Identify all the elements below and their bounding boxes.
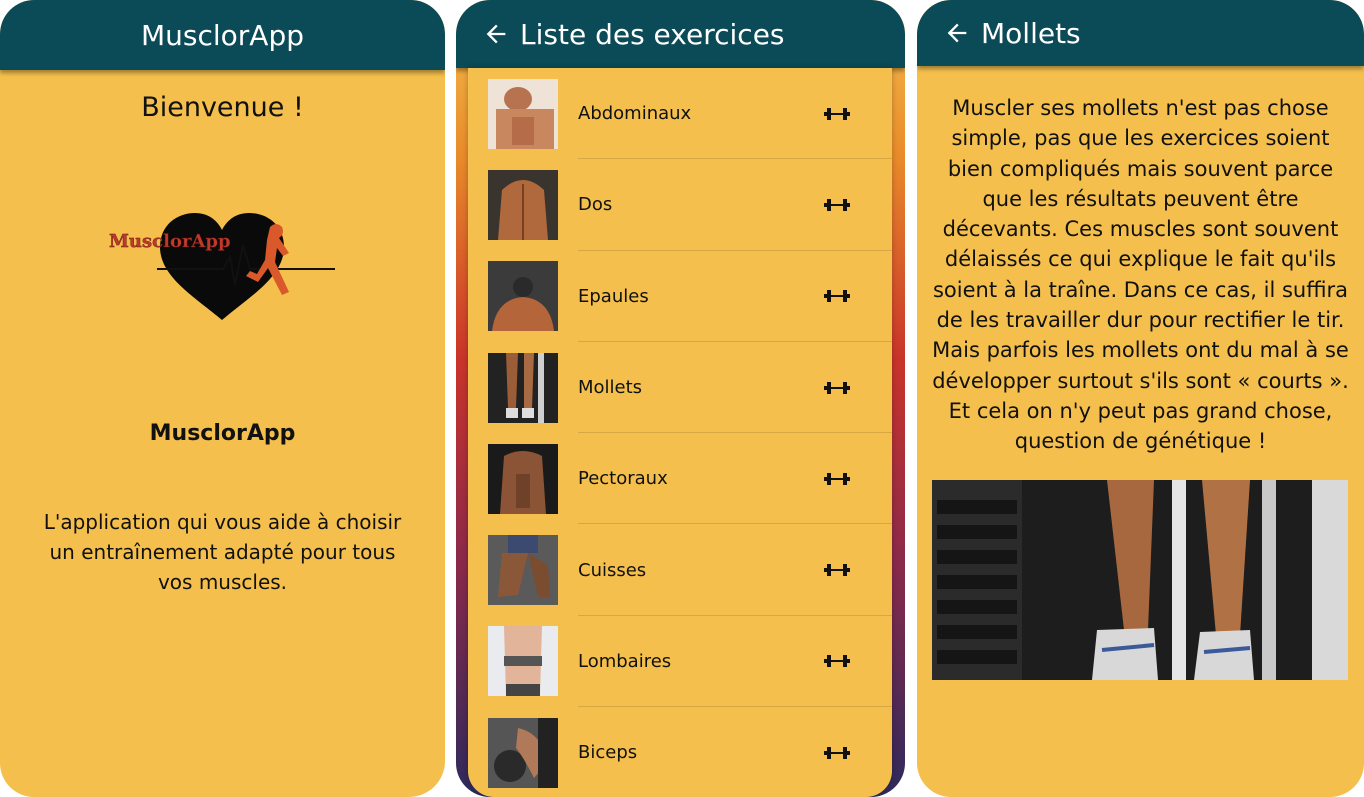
exercise-list-screen: Liste des exercices Abdominaux Dos Epaul…: [456, 0, 905, 797]
dumbbell-icon: [824, 746, 850, 759]
exercise-thumbnail: [488, 717, 558, 788]
exercise-thumbnail: [488, 535, 558, 606]
dumbbell-icon: [824, 290, 850, 303]
app-name: MusclorApp: [149, 421, 296, 446]
description-line: bien compliqués mais souvent parce: [947, 156, 1334, 181]
app-bar-title: MusclorApp: [140, 18, 304, 52]
exercise-thumbnail: [488, 443, 558, 514]
app-bar-title: Mollets: [981, 16, 1081, 50]
arrow-left-icon[interactable]: [943, 19, 971, 47]
item-label: Dos: [578, 194, 613, 216]
list-item-mollets[interactable]: Mollets: [468, 342, 892, 434]
exercise-thumbnail: [488, 352, 558, 423]
app-bar: Liste des exercices: [456, 0, 905, 68]
app-bar: MusclorApp: [0, 0, 445, 70]
exercise-thumbnail: [488, 169, 558, 240]
item-label: Biceps: [578, 742, 638, 764]
dumbbell-icon: [824, 472, 850, 485]
item-label: Epaules: [578, 285, 649, 307]
description-line: Muscler ses mollets n'est pas chose: [952, 96, 1329, 120]
description-line: que les résultats peuvent être: [982, 186, 1299, 211]
description-line: Et cela on n'y peut pas grand chose,: [948, 398, 1333, 423]
item-label: Lombaires: [578, 650, 672, 672]
dumbbell-icon: [824, 107, 850, 120]
description-line: simple, pas que les exercices soient: [951, 126, 1330, 151]
exercise-list: Abdominaux Dos Epaules Mollets Pectoraux…: [468, 68, 892, 797]
description-line: délaissés ce qui explique le fait qu'ils: [944, 247, 1337, 272]
dumbbell-icon: [824, 198, 850, 211]
app-bar-title: Liste des exercices: [520, 17, 785, 51]
list-item-abdominaux[interactable]: Abdominaux: [468, 68, 892, 160]
dumbbell-icon: [824, 655, 850, 668]
description-line: question de génétique !: [1014, 429, 1267, 454]
app-logo: MusclorApp: [105, 205, 340, 325]
exercise-description: Muscler ses mollets n'est pas chose simp…: [917, 93, 1364, 457]
dumbbell-icon: [824, 381, 850, 394]
exercise-thumbnail: [488, 626, 558, 697]
item-label: Cuisses: [578, 559, 647, 581]
description-line: développer surtout s'ils sont « courts »…: [932, 368, 1349, 393]
list-item-biceps[interactable]: Biceps: [468, 707, 892, 797]
list-item-cuisses[interactable]: Cuisses: [468, 524, 892, 616]
welcome-heading: Bienvenue !: [141, 92, 304, 123]
list-item-lombaires[interactable]: Lombaires: [468, 616, 892, 708]
list-item-epaules[interactable]: Epaules: [468, 251, 892, 342]
app-tagline: L'application qui vous aide à choisir un…: [43, 510, 402, 594]
home-screen: MusclorApp Bienvenue ! MusclorApp Musclo…: [0, 0, 445, 797]
arrow-left-icon[interactable]: [482, 20, 510, 48]
exercise-image: [932, 480, 1348, 680]
item-label: Pectoraux: [578, 468, 668, 490]
description-line: soient à la traîne. Dans ce cas, il suff…: [932, 277, 1349, 302]
item-label: Abdominaux: [578, 103, 692, 125]
exercise-thumbnail: [488, 261, 558, 332]
app-bar: Mollets: [917, 0, 1364, 66]
description-line: de les travailler dur pour rectifier le …: [936, 308, 1345, 333]
item-label: Mollets: [578, 377, 643, 399]
description-line: décevants. Ces muscles sont souvent: [942, 217, 1339, 242]
dumbbell-icon: [824, 564, 850, 577]
logo-text: MusclorApp: [109, 231, 231, 252]
description-line: Mais parfois les mollets ont du mal à se: [932, 338, 1349, 363]
exercise-thumbnail: [488, 78, 558, 149]
exercise-detail-screen: Mollets Muscler ses mollets n'est pas ch…: [917, 0, 1364, 797]
list-item-dos[interactable]: Dos: [468, 159, 892, 251]
list-item-pectoraux[interactable]: Pectoraux: [468, 433, 892, 525]
